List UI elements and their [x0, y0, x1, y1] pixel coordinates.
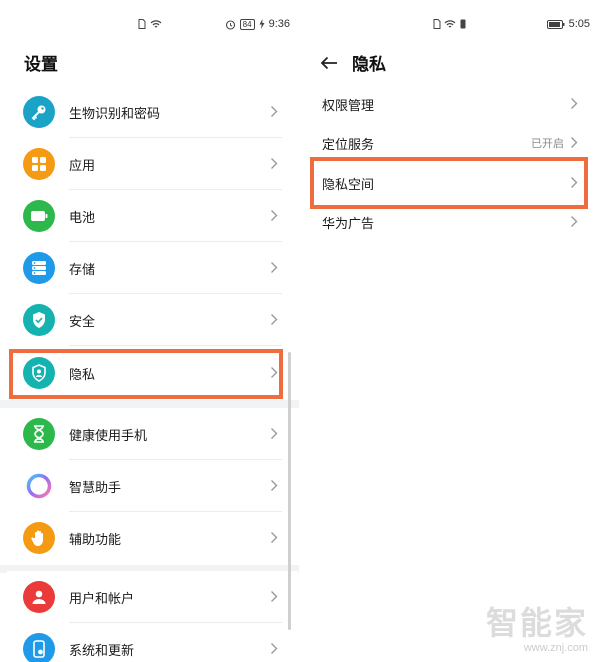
battery-indicator: 84 — [239, 18, 255, 30]
status-bar: 5:05 — [300, 0, 600, 48]
phone-update-icon — [23, 633, 55, 662]
page-title: 隐私 — [352, 55, 386, 74]
settings-item-label: 用户和帐户 — [69, 591, 135, 606]
settings-section-3: 用户和帐户 系统和更新 — [7, 571, 298, 662]
user-icon — [23, 581, 55, 613]
shield-check-icon — [23, 304, 55, 336]
privacy-screen: 5:05 隐私 权限管理 定位服务 已开启 隐私空间 华为广告 智能家 www.… — [300, 0, 600, 662]
chevron-right-icon — [271, 210, 278, 221]
privacy-item-permissions[interactable]: 权限管理 — [300, 83, 600, 123]
privacy-item-label: 权限管理 — [322, 98, 375, 113]
settings-item-system-updates[interactable]: 系统和更新 — [7, 623, 298, 662]
chevron-right-icon — [271, 480, 278, 491]
chevron-right-icon — [571, 216, 578, 227]
wifi-icon — [444, 20, 456, 28]
wifi-icon — [150, 20, 161, 28]
settings-screen: 84 9:36 设置 生物识别和密码 应用 电池 存储 安全 隐私 健康使用手机… — [0, 0, 300, 662]
back-arrow-icon[interactable] — [320, 56, 338, 70]
chevron-right-icon — [271, 106, 278, 117]
chevron-right-icon — [271, 262, 278, 273]
section-divider — [0, 400, 300, 408]
settings-item-battery[interactable]: 电池 — [7, 190, 298, 242]
chevron-right-icon — [271, 591, 278, 602]
privacy-item-label: 隐私空间 — [322, 177, 375, 192]
chevron-right-icon — [571, 98, 578, 109]
settings-item-label: 隐私 — [69, 367, 96, 382]
settings-item-label: 电池 — [69, 210, 96, 225]
location-status-value: 已开启 — [531, 138, 564, 150]
chevron-right-icon — [271, 314, 278, 325]
chevron-right-icon — [271, 428, 278, 439]
apps-grid-icon — [23, 148, 55, 180]
settings-item-apps[interactable]: 应用 — [7, 138, 298, 190]
settings-item-label: 智慧助手 — [69, 480, 122, 495]
sim-icon — [433, 19, 441, 30]
settings-item-label: 应用 — [69, 158, 96, 173]
chevron-right-icon — [271, 643, 278, 654]
hand-icon — [23, 522, 55, 554]
hourglass-icon — [23, 418, 55, 450]
settings-item-label: 健康使用手机 — [69, 428, 148, 443]
chevron-right-icon — [571, 137, 578, 148]
settings-section-1: 生物识别和密码 应用 电池 存储 安全 隐私 — [7, 86, 298, 399]
privacy-item-private-space[interactable]: 隐私空间 — [300, 162, 600, 202]
chevron-right-icon — [271, 532, 278, 543]
settings-item-label: 安全 — [69, 314, 96, 329]
settings-item-storage[interactable]: 存储 — [7, 242, 298, 294]
chevron-right-icon — [271, 367, 278, 378]
privacy-header: 隐私 — [320, 50, 386, 75]
privacy-item-location[interactable]: 定位服务 已开启 — [300, 122, 600, 162]
storage-icon — [23, 252, 55, 284]
battery-status-icon — [546, 19, 565, 29]
status-time: 5:05 — [568, 18, 590, 30]
sim-icon — [138, 19, 146, 30]
chevron-right-icon — [271, 158, 278, 169]
settings-item-security[interactable]: 安全 — [7, 294, 298, 346]
settings-item-biometrics[interactable]: 生物识别和密码 — [7, 86, 298, 138]
privacy-shield-icon — [23, 357, 55, 389]
vibrate-icon — [460, 19, 466, 29]
settings-item-label: 生物识别和密码 — [69, 106, 161, 121]
settings-item-label: 存储 — [69, 262, 96, 277]
settings-item-label: 辅助功能 — [69, 532, 122, 547]
settings-item-accessibility[interactable]: 辅助功能 — [7, 512, 298, 564]
alarm-icon — [225, 19, 235, 30]
status-time: 9:36 — [268, 18, 290, 30]
settings-item-privacy[interactable]: 隐私 — [7, 347, 298, 399]
settings-item-label: 系统和更新 — [69, 643, 135, 658]
settings-item-smart-assistant[interactable]: 智慧助手 — [7, 460, 298, 512]
chevron-right-icon — [571, 177, 578, 188]
watermark: 智能家 www.znj.com — [486, 598, 588, 654]
privacy-item-huawei-ads[interactable]: 华为广告 — [300, 201, 600, 241]
battery-icon — [23, 200, 55, 232]
key-icon — [23, 96, 55, 128]
settings-item-users-accounts[interactable]: 用户和帐户 — [7, 571, 298, 623]
page-title: 设置 — [24, 55, 58, 74]
watermark-logo: 智能家 — [485, 605, 588, 641]
privacy-item-label: 定位服务 — [322, 137, 375, 152]
settings-section-2: 健康使用手机 智慧助手 辅助功能 — [7, 408, 298, 564]
charging-icon — [259, 19, 265, 29]
privacy-item-label: 华为广告 — [322, 216, 375, 231]
status-icons-right: 5:05 — [546, 18, 590, 30]
status-bar: 84 9:36 — [0, 0, 300, 48]
settings-item-digital-balance[interactable]: 健康使用手机 — [7, 408, 298, 460]
status-icons-right: 84 9:36 — [225, 18, 290, 30]
scrollbar[interactable] — [288, 352, 291, 630]
assistant-ring-icon — [23, 470, 55, 502]
